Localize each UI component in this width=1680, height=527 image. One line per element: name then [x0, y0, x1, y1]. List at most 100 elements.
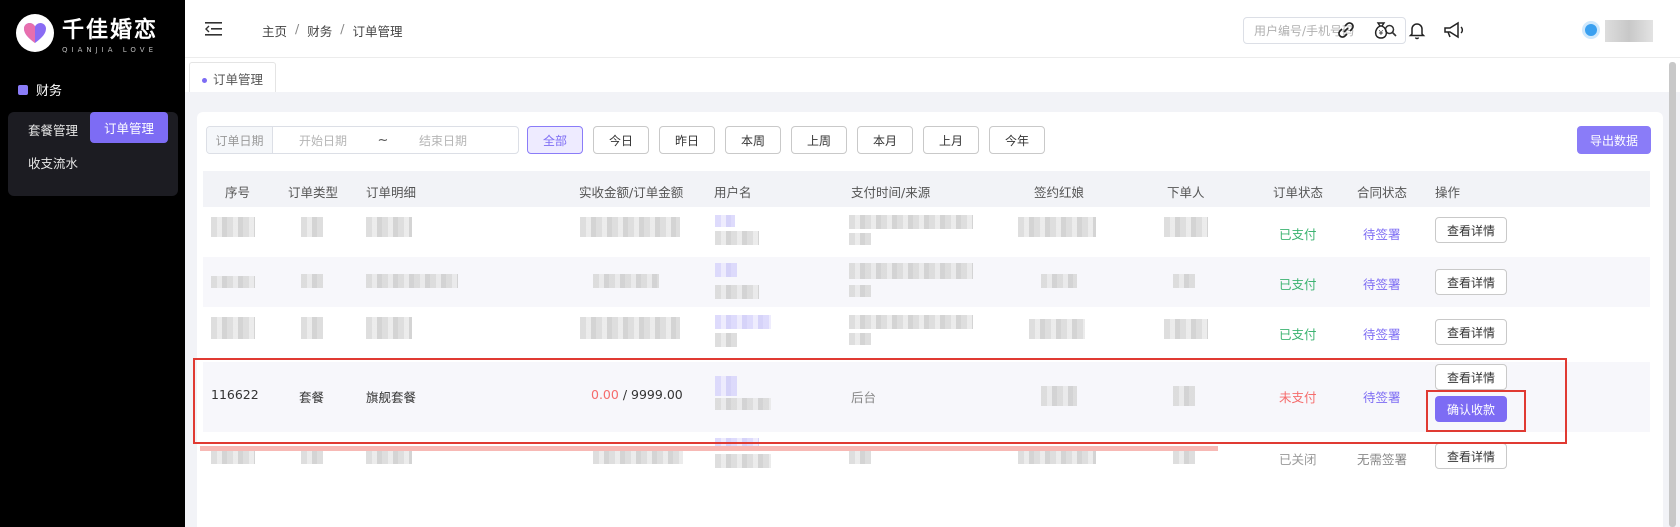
highlight-box-row — [193, 358, 1567, 444]
filter-last-week-button[interactable]: 上周 — [791, 126, 847, 154]
highlight-box-confirm — [1426, 390, 1526, 432]
filter-last-month-button[interactable]: 上月 — [923, 126, 979, 154]
blurred-cell — [593, 450, 683, 464]
date-range-separator: ~ — [377, 132, 389, 148]
blurred-cell — [211, 217, 255, 237]
table-row: 已支付 待签署 查看详情 — [203, 257, 1650, 307]
blurred-cell — [580, 217, 680, 237]
blurred-cell — [366, 317, 412, 339]
sidebar-item-orders[interactable]: 订单管理 — [90, 112, 169, 143]
menu-group-label: 财务 — [36, 84, 63, 99]
blurred-cell — [849, 263, 973, 279]
blurred-cell — [849, 333, 871, 345]
date-range-label: 订单日期 — [207, 127, 273, 153]
col-order-detail: 订单明细 — [366, 185, 417, 200]
blurred-cell — [1173, 450, 1195, 464]
start-date-field[interactable]: 开始日期 — [273, 132, 373, 149]
filter-this-week-button[interactable]: 本周 — [725, 126, 781, 154]
tab-bar: 订单管理 — [185, 58, 1680, 92]
filter-this-month-button[interactable]: 本月 — [857, 126, 913, 154]
highlight-underline — [200, 446, 1218, 451]
tab-orders[interactable]: 订单管理 — [189, 62, 277, 92]
blurred-cell — [211, 276, 255, 288]
blurred-cell — [1018, 450, 1096, 464]
brand-subtitle: QIANJIA LOVE — [62, 46, 157, 54]
blurred-cell — [301, 217, 323, 237]
filter-all-button[interactable]: 全部 — [527, 126, 583, 154]
blurred-cell — [580, 317, 680, 339]
table-row: 已支付 待签署 查看详情 — [203, 307, 1650, 357]
view-details-button[interactable]: 查看详情 — [1435, 443, 1507, 469]
contract-status: 待签署 — [1363, 227, 1401, 242]
date-range-picker[interactable]: 订单日期 开始日期 ~ 结束日期 — [206, 126, 519, 154]
wallet-icon — [18, 84, 28, 95]
blurred-cell — [715, 215, 735, 227]
breadcrumb-separator: / — [340, 21, 345, 36]
filter-this-year-button[interactable]: 今年 — [989, 126, 1045, 154]
col-actions: 操作 — [1435, 185, 1461, 200]
blurred-cell — [1018, 217, 1096, 237]
blurred-cell — [366, 274, 458, 288]
view-details-button[interactable]: 查看详情 — [1435, 269, 1507, 295]
filter-today-button[interactable]: 今日 — [593, 126, 649, 154]
order-status: 已支付 — [1279, 327, 1317, 342]
contract-status: 无需签署 — [1357, 452, 1408, 467]
breadcrumb-finance[interactable]: 财务 — [307, 21, 332, 40]
table-row: 已支付 待签署 查看详情 — [203, 207, 1650, 257]
col-matchmaker: 签约红娘 — [1034, 185, 1085, 200]
blurred-cell — [593, 274, 659, 288]
breadcrumb: 主页 / 财务 / 订单管理 — [262, 21, 402, 40]
menu-group-finance[interactable]: 财务 — [18, 80, 62, 99]
blurred-cell — [849, 215, 973, 229]
view-details-button[interactable]: 查看详情 — [1435, 319, 1507, 345]
export-data-button[interactable]: 导出数据 — [1576, 126, 1651, 154]
money-bag-icon[interactable]: ¥ — [1371, 20, 1391, 40]
filter-yesterday-button[interactable]: 昨日 — [659, 126, 715, 154]
col-orderer: 下单人 — [1167, 185, 1205, 200]
blurred-cell — [211, 317, 255, 339]
blurred-cell — [715, 231, 759, 245]
blurred-cell — [849, 315, 973, 329]
sidebar-item-package[interactable]: 套餐管理 — [28, 120, 78, 139]
brand-logo[interactable]: 千佳婚恋 QIANJIA LOVE — [16, 12, 158, 54]
link-icon[interactable] — [1336, 20, 1356, 40]
brand-title: 千佳婚恋 — [62, 18, 159, 43]
breadcrumb-separator: / — [295, 21, 300, 36]
blurred-cell — [715, 315, 771, 329]
blurred-cell — [715, 285, 759, 299]
sidebar-item-cashflow[interactable]: 收支流水 — [28, 153, 78, 172]
blurred-cell — [715, 333, 737, 347]
blurred-cell — [366, 217, 412, 237]
view-details-button[interactable]: 查看详情 — [1435, 217, 1507, 243]
contract-status: 待签署 — [1363, 277, 1401, 292]
breadcrumb-current: 订单管理 — [352, 24, 403, 39]
avatar[interactable] — [1582, 21, 1600, 39]
col-contract-status: 合同状态 — [1357, 185, 1408, 200]
blurred-cell — [1164, 319, 1208, 339]
blurred-cell — [301, 450, 323, 464]
megaphone-icon[interactable] — [1443, 20, 1463, 40]
scrollbar[interactable] — [1669, 62, 1676, 527]
order-status: 已支付 — [1279, 227, 1317, 242]
col-index: 序号 — [225, 185, 251, 200]
top-header: 主页 / 财务 / 订单管理 ¥ — [185, 0, 1680, 58]
order-status: 已支付 — [1279, 277, 1317, 292]
col-order-type: 订单类型 — [288, 185, 339, 200]
end-date-field[interactable]: 结束日期 — [393, 132, 493, 149]
table-header: 序号 订单类型 订单明细 实收金额/订单金额 用户名 支付时间/来源 签约红娘 … — [203, 171, 1650, 207]
blurred-cell — [366, 450, 412, 464]
col-username: 用户名 — [714, 185, 752, 200]
bell-icon[interactable] — [1407, 20, 1427, 40]
blurred-cell — [1164, 217, 1208, 237]
col-amount: 实收金额/订单金额 — [579, 185, 684, 200]
blurred-cell — [1173, 274, 1195, 288]
blurred-cell — [849, 285, 871, 297]
blurred-cell — [1029, 319, 1085, 339]
collapse-menu-icon[interactable] — [205, 21, 223, 37]
username-blurred[interactable] — [1605, 20, 1653, 42]
blurred-cell — [849, 233, 871, 245]
col-order-status: 订单状态 — [1273, 185, 1324, 200]
breadcrumb-home[interactable]: 主页 — [262, 21, 287, 40]
sidebar: 千佳婚恋 QIANJIA LOVE 财务 套餐管理 订单管理 收支流水 — [0, 0, 185, 527]
order-status: 已关闭 — [1279, 452, 1317, 467]
